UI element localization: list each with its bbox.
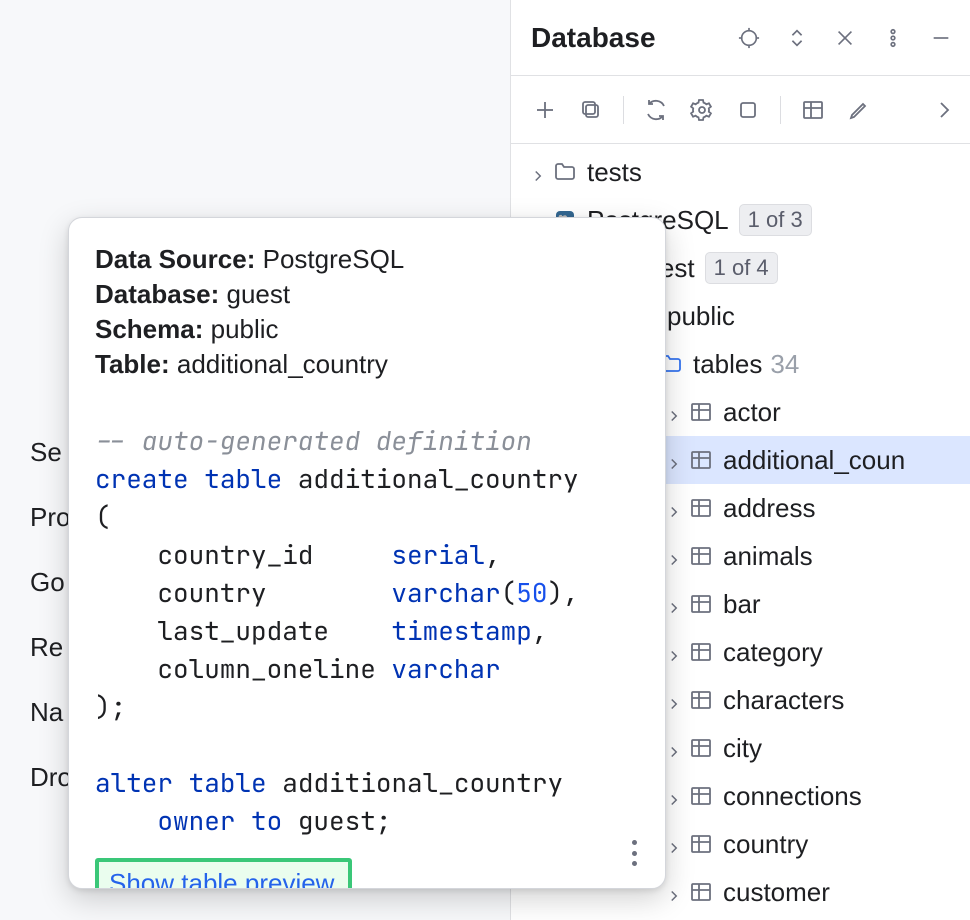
item-count: 34 xyxy=(770,351,799,377)
tree-node-label: address xyxy=(723,495,816,521)
expand-arrow-icon[interactable] xyxy=(665,643,683,661)
separator xyxy=(623,96,624,124)
sql-definition: -- auto-generated definition create tabl… xyxy=(95,422,665,839)
popup-meta: Data Source: PostgreSQL Database: guest … xyxy=(95,242,665,382)
tree-node-icon xyxy=(689,832,713,856)
panel-toolbar xyxy=(511,76,970,144)
meta-value: guest xyxy=(227,279,291,309)
tree-node-icon xyxy=(689,592,713,616)
panel-header: Database xyxy=(511,0,970,76)
tree-node-icon xyxy=(689,688,713,712)
tree-node-tests[interactable]: tests xyxy=(511,148,970,196)
tree-node-label: additional_coun xyxy=(723,447,905,473)
meta-key: Schema: xyxy=(95,314,203,344)
count-badge: 1 of 4 xyxy=(705,252,778,284)
duplicate-icon[interactable] xyxy=(575,94,607,126)
more-options-icon[interactable] xyxy=(878,23,908,53)
tree-node-label: tables xyxy=(693,351,762,377)
expand-arrow-icon[interactable] xyxy=(529,163,547,181)
tree-node-icon xyxy=(689,544,713,568)
target-icon[interactable] xyxy=(734,23,764,53)
separator xyxy=(780,96,781,124)
tree-node-label: category xyxy=(723,639,823,665)
tree-node-label: connections xyxy=(723,783,862,809)
add-icon[interactable] xyxy=(529,94,561,126)
table-view-icon[interactable] xyxy=(797,94,829,126)
tree-node-icon xyxy=(689,400,713,424)
meta-key: Data Source: xyxy=(95,244,255,274)
tree-node-label: characters xyxy=(723,687,844,713)
expand-arrow-icon[interactable] xyxy=(665,835,683,853)
tree-node-icon xyxy=(689,496,713,520)
show-table-preview-link[interactable]: Show table preview xyxy=(95,858,352,889)
meta-value: PostgreSQL xyxy=(263,244,405,274)
tree-node-label: public xyxy=(667,303,735,329)
expand-arrow-icon[interactable] xyxy=(665,403,683,421)
tree-node-label: tests xyxy=(587,159,642,185)
tree-node-icon xyxy=(689,880,713,904)
tree-node-icon xyxy=(689,784,713,808)
refresh-icon[interactable] xyxy=(640,94,672,126)
expand-arrow-icon[interactable] xyxy=(665,739,683,757)
settings-gear-icon[interactable] xyxy=(686,94,718,126)
tree-node-icon xyxy=(553,160,577,184)
tree-node-label: country xyxy=(723,831,808,857)
popup-more-icon[interactable] xyxy=(623,840,645,866)
expand-arrow-icon[interactable] xyxy=(665,547,683,565)
tree-node-label: city xyxy=(723,735,762,761)
quick-documentation-popup: Data Source: PostgreSQL Database: guest … xyxy=(68,217,666,889)
tree-node-label: actor xyxy=(723,399,781,425)
expand-arrow-icon[interactable] xyxy=(665,883,683,901)
meta-value: public xyxy=(211,314,279,344)
expand-arrow-icon[interactable] xyxy=(665,595,683,613)
meta-key: Table: xyxy=(95,349,170,379)
chevron-right-icon[interactable] xyxy=(928,94,960,126)
tree-node-icon xyxy=(689,448,713,472)
count-badge: 1 of 3 xyxy=(739,204,812,236)
close-icon[interactable] xyxy=(830,23,860,53)
meta-value: additional_country xyxy=(177,349,388,379)
expand-arrow-icon[interactable] xyxy=(665,451,683,469)
tree-node-icon xyxy=(689,736,713,760)
meta-key: Database: xyxy=(95,279,219,309)
expand-arrow-icon[interactable] xyxy=(665,499,683,517)
edit-icon[interactable] xyxy=(843,94,875,126)
expand-arrow-icon[interactable] xyxy=(665,691,683,709)
tree-node-label: customer xyxy=(723,879,830,905)
stop-icon[interactable] xyxy=(732,94,764,126)
expand-arrow-icon[interactable] xyxy=(665,787,683,805)
minimize-icon[interactable] xyxy=(926,23,956,53)
tree-node-label: animals xyxy=(723,543,813,569)
tree-node-icon xyxy=(689,640,713,664)
panel-title: Database xyxy=(531,22,716,54)
tree-node-label: bar xyxy=(723,591,761,617)
expand-collapse-icon[interactable] xyxy=(782,23,812,53)
